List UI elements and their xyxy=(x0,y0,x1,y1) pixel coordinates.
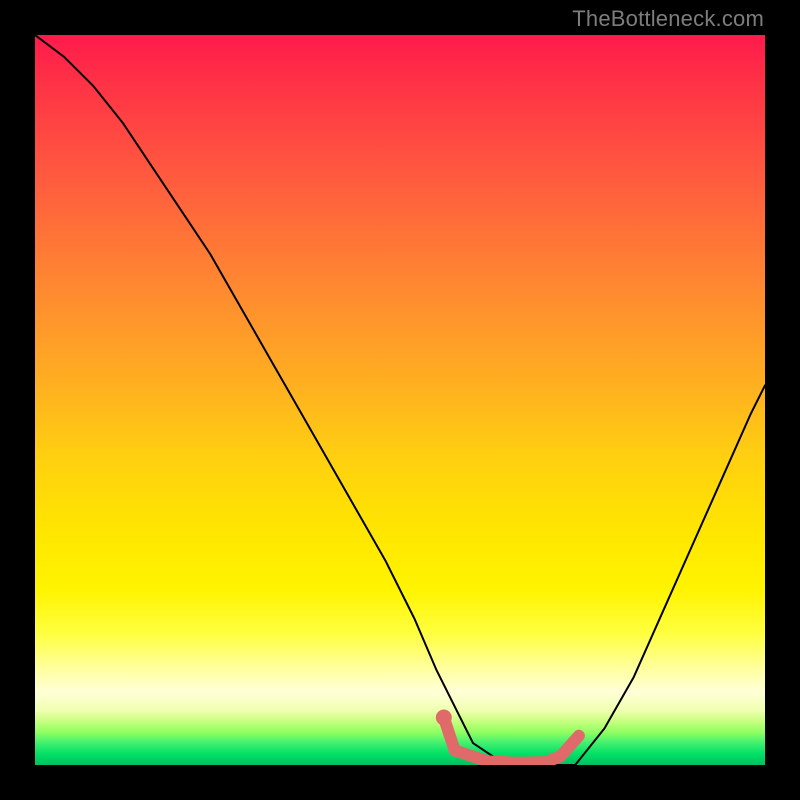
optimal-start-dot xyxy=(436,710,452,726)
marker-path xyxy=(444,718,579,763)
watermark-text: TheBottleneck.com xyxy=(572,6,764,32)
plot-area xyxy=(35,35,765,765)
optimal-range-marker xyxy=(35,35,765,765)
chart-frame: TheBottleneck.com xyxy=(0,0,800,800)
